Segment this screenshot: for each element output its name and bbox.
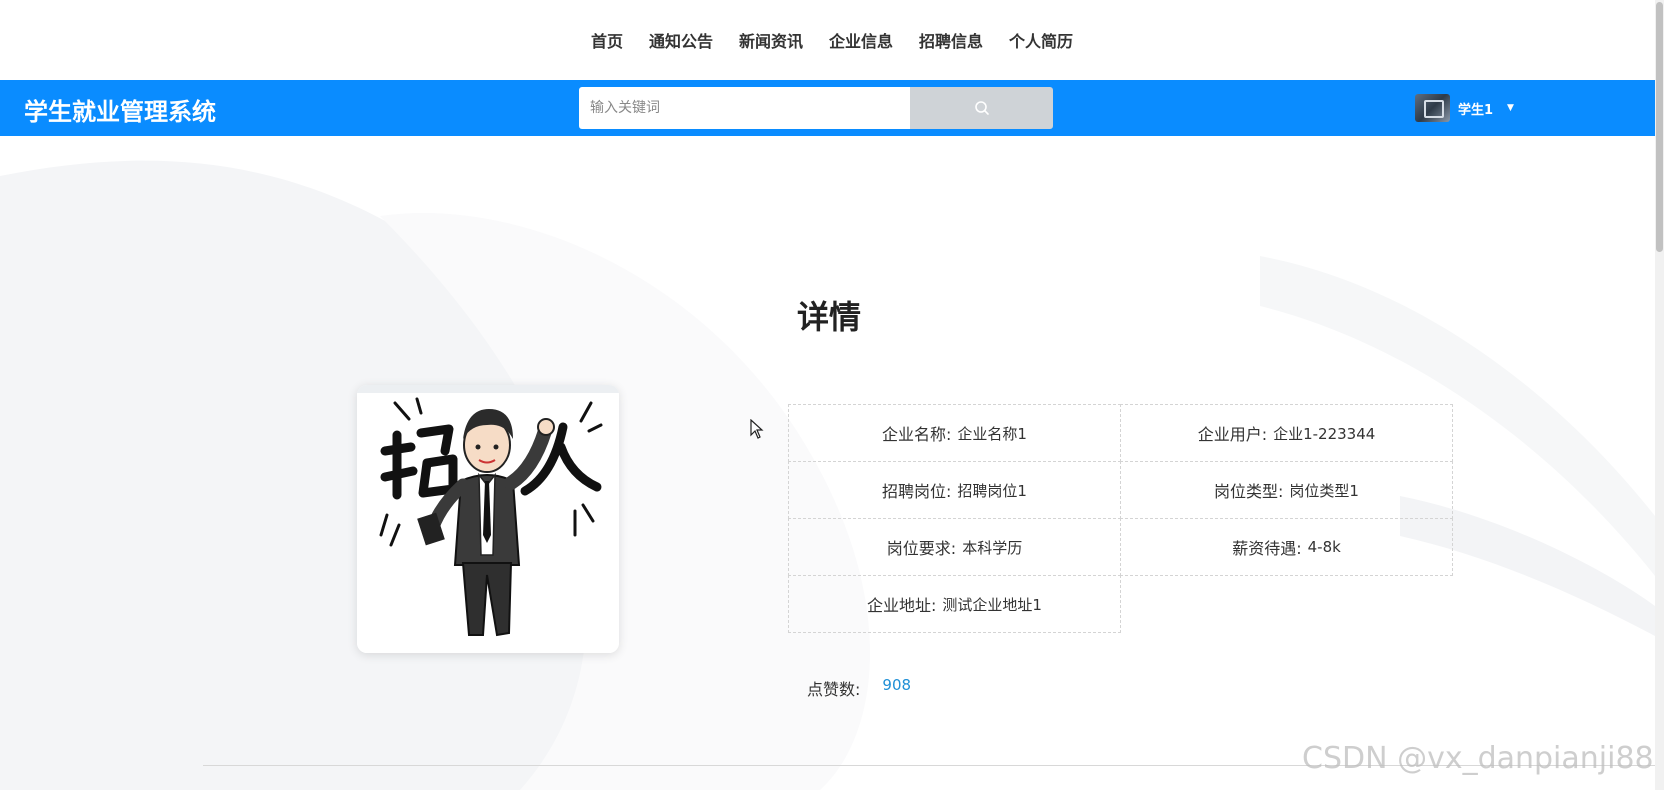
nav-item-news[interactable]: 新闻资讯 <box>739 28 803 52</box>
nav-item-home[interactable]: 首页 <box>591 28 623 52</box>
job-image <box>357 385 619 653</box>
caret-down-icon[interactable]: ▼ <box>1507 103 1514 113</box>
field-value: 招聘岗位1 <box>957 481 1027 500</box>
top-navigation: 首页 通知公告 新闻资讯 企业信息 招聘信息 个人简历 <box>0 0 1664 80</box>
nav-item-resume[interactable]: 个人简历 <box>1009 28 1073 52</box>
nav-item-jobs[interactable]: 招聘信息 <box>919 28 983 52</box>
watermark: CSDN @vx_danpianji889 <box>1302 741 1664 776</box>
field-value: 企业名称1 <box>957 424 1027 443</box>
field-company-address: 企业地址: 测试企业地址1 <box>788 575 1121 633</box>
nav-item-companies[interactable]: 企业信息 <box>829 28 893 52</box>
search-box <box>579 87 1053 129</box>
image-card-strip <box>357 385 619 393</box>
job-info-table: 企业名称: 企业名称1 企业用户: 企业1-223344 招聘岗位: 招聘岗位1… <box>788 404 1453 633</box>
search-input[interactable] <box>579 87 910 129</box>
field-value: 测试企业地址1 <box>942 595 1042 614</box>
field-value: 企业1-223344 <box>1273 424 1376 443</box>
field-salary: 薪资待遇: 4-8k <box>1120 518 1453 576</box>
header-bar: 学生就业管理系统 学生1 ▼ <box>0 80 1664 136</box>
search-button[interactable] <box>910 87 1053 129</box>
field-job-requirement: 岗位要求: 本科学历 <box>788 518 1121 576</box>
field-label: 岗位要求: <box>886 539 957 558</box>
field-value: 岗位类型1 <box>1289 481 1359 500</box>
user-menu[interactable]: 学生1 ▼ <box>1415 87 1514 129</box>
user-name: 学生1 <box>1458 102 1494 118</box>
page-scrollbar[interactable] <box>1655 0 1664 790</box>
field-job-type: 岗位类型: 岗位类型1 <box>1120 461 1453 519</box>
field-label: 企业用户: <box>1197 425 1268 444</box>
field-label: 招聘岗位: <box>882 482 952 501</box>
field-label: 薪资待遇: <box>1232 539 1302 558</box>
field-company-user: 企业用户: 企业1-223344 <box>1120 404 1453 462</box>
field-label: 岗位类型: <box>1214 482 1284 501</box>
like-count: 点赞数: 908 <box>807 676 911 700</box>
field-label: 企业地址: <box>867 596 937 615</box>
nav-item-notices[interactable]: 通知公告 <box>649 28 713 52</box>
mouse-cursor-icon <box>750 419 764 439</box>
like-value[interactable]: 908 <box>882 676 911 700</box>
app-root: 首页 通知公告 新闻资讯 企业信息 招聘信息 个人简历 学生就业管理系统 学生1… <box>0 0 1664 790</box>
field-value: 4-8k <box>1307 538 1341 556</box>
field-value: 本科学历 <box>962 538 1023 557</box>
avatar[interactable] <box>1415 94 1450 122</box>
like-label: 点赞数: <box>807 680 861 699</box>
page-title: 详情 <box>797 298 862 336</box>
search-icon <box>974 101 989 115</box>
recruit-illustration <box>357 393 619 653</box>
field-company-name: 企业名称: 企业名称1 <box>788 404 1121 462</box>
site-title[interactable]: 学生就业管理系统 <box>24 92 216 127</box>
field-label: 企业名称: <box>882 425 952 444</box>
field-job-position: 招聘岗位: 招聘岗位1 <box>788 461 1121 519</box>
scrollbar-thumb[interactable] <box>1656 2 1663 252</box>
